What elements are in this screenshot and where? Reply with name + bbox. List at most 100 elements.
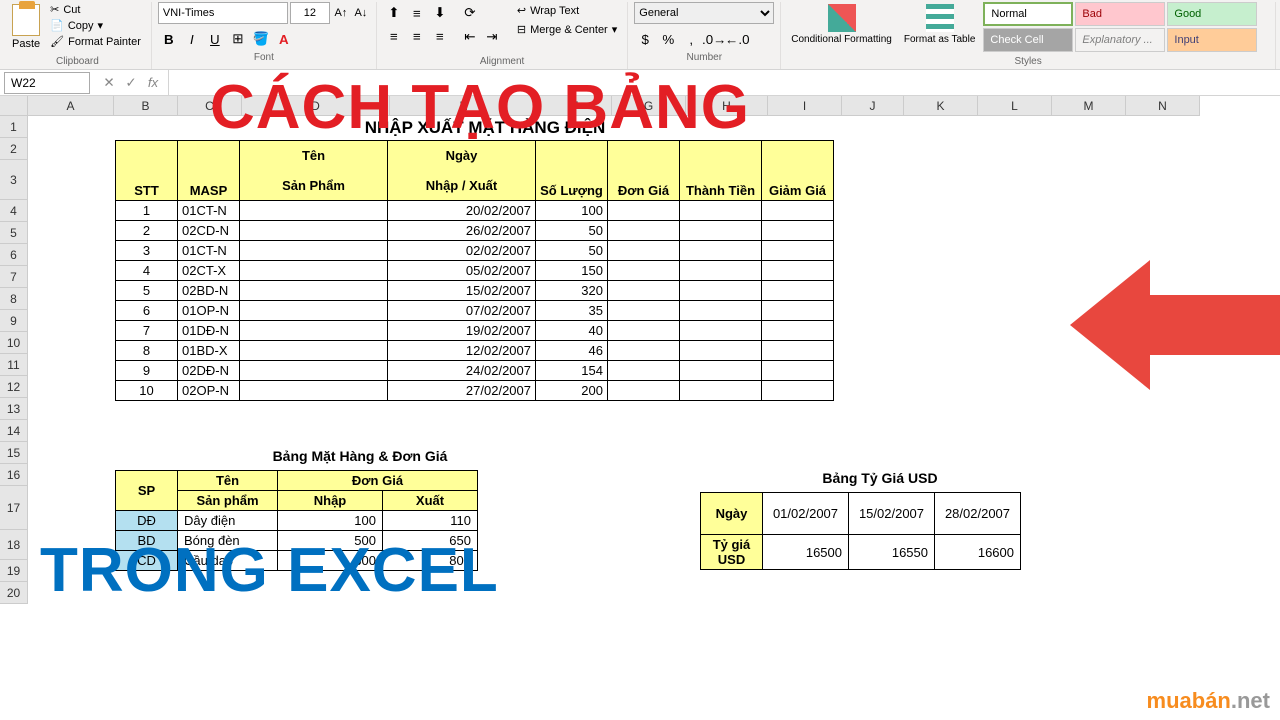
row-header-16[interactable]: 16 — [0, 464, 28, 486]
format-painter-button[interactable]: 🖌 Format Painter — [46, 34, 145, 49]
table-row[interactable]: DĐDây điện100110 — [116, 511, 478, 531]
number-format-select[interactable]: General — [634, 2, 774, 24]
fx-button[interactable]: fx — [142, 72, 164, 94]
col-header-N[interactable]: N — [1126, 96, 1200, 116]
spreadsheet-grid[interactable]: ABCDEFGHIJKLMN 1234567891011121314151617… — [0, 96, 1280, 720]
usd-v3: 16600 — [935, 535, 1021, 570]
col-header-M[interactable]: M — [1052, 96, 1126, 116]
row-header-8[interactable]: 8 — [0, 288, 28, 310]
row-header-4[interactable]: 4 — [0, 200, 28, 222]
row-header-9[interactable]: 9 — [0, 310, 28, 332]
row-header-20[interactable]: 20 — [0, 582, 28, 604]
styles-group: Conditional Formatting Format as Table N… — [781, 2, 1276, 69]
main-data-table[interactable]: STT MASP TênSản Phẩm NgàyNhập / Xuất Số … — [115, 140, 834, 401]
style-explanatory[interactable]: Explanatory ... — [1075, 28, 1165, 52]
decrease-font-button[interactable]: A↓ — [352, 2, 370, 24]
fill-color-button[interactable]: 🪣 — [250, 28, 272, 50]
merge-center-button[interactable]: ⊟Merge & Center▾ — [513, 21, 621, 38]
align-left-button[interactable]: ≡ — [383, 25, 405, 47]
font-size-select[interactable] — [290, 2, 330, 24]
increase-font-button[interactable]: A↑ — [332, 2, 350, 24]
border-button[interactable]: ⊞ — [227, 28, 249, 50]
style-input[interactable]: Input — [1167, 28, 1257, 52]
usd-rate-table[interactable]: Ngày 01/02/2007 15/02/2007 28/02/2007 Tỷ… — [700, 492, 1021, 570]
row-header-6[interactable]: 6 — [0, 244, 28, 266]
row-header-10[interactable]: 10 — [0, 332, 28, 354]
table-row[interactable]: 502BD-N15/02/2007320 — [116, 281, 834, 301]
decrease-indent-button[interactable]: ⇤ — [459, 26, 481, 48]
brush-icon: 🖌 — [50, 35, 64, 48]
table-row[interactable]: 301CT-N02/02/200750 — [116, 241, 834, 261]
col-header-L[interactable]: L — [978, 96, 1052, 116]
row-header-5[interactable]: 5 — [0, 222, 28, 244]
italic-button[interactable]: I — [181, 28, 203, 50]
t2-hdr-ten: Tên — [178, 471, 278, 491]
number-group-label: Number — [634, 50, 774, 65]
conditional-formatting-button[interactable]: Conditional Formatting — [787, 2, 896, 47]
cell-styles-gallery[interactable]: Normal Bad Good Check Cell Explanatory .… — [983, 2, 1257, 52]
bold-button[interactable]: B — [158, 28, 180, 50]
enter-formula-button[interactable]: ✓ — [120, 72, 142, 94]
table-row[interactable]: 1002OP-N27/02/2007200 — [116, 381, 834, 401]
table-row[interactable]: 601OP-N07/02/200735 — [116, 301, 834, 321]
hdr-nhapxuat: Nhập / Xuất — [392, 178, 531, 193]
wrap-icon: ↩ — [517, 4, 526, 17]
style-good[interactable]: Good — [1167, 2, 1257, 26]
overlay-title-bottom: TRONG EXCEL — [40, 535, 499, 606]
select-all-button[interactable] — [0, 96, 28, 116]
col-header-K[interactable]: K — [904, 96, 978, 116]
row-header-19[interactable]: 19 — [0, 560, 28, 582]
comma-button[interactable]: , — [680, 28, 702, 50]
align-top-button[interactable]: ⬆ — [383, 2, 405, 24]
style-normal[interactable]: Normal — [983, 2, 1073, 26]
wrap-text-button[interactable]: ↩Wrap Text — [513, 2, 621, 19]
row-header-2[interactable]: 2 — [0, 138, 28, 160]
decrease-decimal-button[interactable]: ←.0 — [726, 28, 748, 50]
row-header-13[interactable]: 13 — [0, 398, 28, 420]
paste-button[interactable]: Paste — [10, 2, 42, 52]
font-color-button[interactable]: A — [273, 28, 295, 50]
align-right-button[interactable]: ≡ — [429, 25, 451, 47]
percent-button[interactable]: % — [657, 28, 679, 50]
table-row[interactable]: 902DĐ-N24/02/2007154 — [116, 361, 834, 381]
copy-button[interactable]: 📄Copy▾ — [46, 18, 145, 33]
col-header-I[interactable]: I — [768, 96, 842, 116]
table-row[interactable]: 402CT-X05/02/2007150 — [116, 261, 834, 281]
increase-indent-button[interactable]: ⇥ — [481, 26, 503, 48]
col-header-A[interactable]: A — [28, 96, 114, 116]
usd-hdr-ngay: Ngày — [701, 493, 763, 535]
table-row[interactable]: 701DĐ-N19/02/200740 — [116, 321, 834, 341]
row-header-1[interactable]: 1 — [0, 116, 28, 138]
style-check-cell[interactable]: Check Cell — [983, 28, 1073, 52]
style-bad[interactable]: Bad — [1075, 2, 1165, 26]
accounting-button[interactable]: $ — [634, 28, 656, 50]
row-header-3[interactable]: 3 — [0, 160, 28, 200]
row-header-14[interactable]: 14 — [0, 420, 28, 442]
col-header-B[interactable]: B — [114, 96, 178, 116]
t2-hdr-sp: Sản phẩm — [178, 491, 278, 511]
format-painter-label: Format Painter — [68, 36, 141, 48]
font-name-select[interactable] — [158, 2, 288, 24]
increase-decimal-button[interactable]: .0→ — [703, 28, 725, 50]
merge-label: Merge & Center — [530, 24, 608, 36]
align-middle-button[interactable]: ≡ — [406, 2, 428, 24]
name-box[interactable]: W22 — [4, 72, 90, 94]
row-header-15[interactable]: 15 — [0, 442, 28, 464]
row-header-7[interactable]: 7 — [0, 266, 28, 288]
row-header-18[interactable]: 18 — [0, 530, 28, 560]
cancel-formula-button[interactable]: ✕ — [98, 72, 120, 94]
row-header-11[interactable]: 11 — [0, 354, 28, 376]
orientation-button[interactable]: ⟳ — [459, 2, 481, 24]
cut-button[interactable]: ✂Cut — [46, 2, 145, 17]
col-header-J[interactable]: J — [842, 96, 904, 116]
t2-hdr-nhap: Nhập — [278, 491, 383, 511]
underline-button[interactable]: U — [204, 28, 226, 50]
row-header-12[interactable]: 12 — [0, 376, 28, 398]
table-row[interactable]: 801BD-X12/02/200746 — [116, 341, 834, 361]
row-header-17[interactable]: 17 — [0, 486, 28, 530]
align-bottom-button[interactable]: ⬇ — [429, 2, 451, 24]
table-row[interactable]: 101CT-N20/02/2007100 — [116, 201, 834, 221]
table-row[interactable]: 202CD-N26/02/200750 — [116, 221, 834, 241]
align-center-button[interactable]: ≡ — [406, 25, 428, 47]
format-as-table-button[interactable]: Format as Table — [900, 2, 980, 47]
